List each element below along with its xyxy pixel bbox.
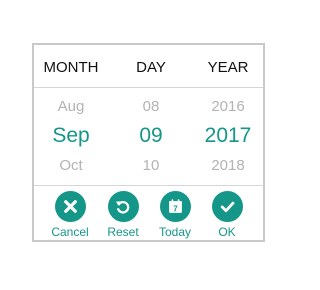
reset-button[interactable]: Reset <box>100 191 146 239</box>
check-icon <box>211 191 243 222</box>
year-prev-option[interactable]: 2016 <box>211 98 244 115</box>
today-button[interactable]: 7 Today <box>152 191 198 239</box>
month-selected-value[interactable]: Sep <box>52 124 89 148</box>
month-next-option[interactable]: Oct <box>59 157 82 174</box>
month-prev-option[interactable]: Aug <box>58 98 85 115</box>
today-icon-day-number: 7 <box>173 205 178 214</box>
today-button-label: Today <box>158 225 192 239</box>
picker-header: MONTH DAY YEAR <box>34 45 263 88</box>
refresh-icon <box>107 191 139 222</box>
cancel-button-label: Cancel <box>51 225 89 239</box>
day-next-option[interactable]: 10 <box>143 157 160 174</box>
close-icon <box>54 191 86 222</box>
day-selected-value[interactable]: 09 <box>139 124 162 148</box>
date-picker-dialog: MONTH DAY YEAR Aug Sep Oct 08 09 10 2016… <box>32 43 265 242</box>
year-column-header: YEAR <box>207 59 249 76</box>
ok-button-label: OK <box>218 225 236 239</box>
cancel-button[interactable]: Cancel <box>47 191 93 239</box>
calendar-today-icon: 7 <box>159 191 191 222</box>
picker-actions-bar: Cancel Reset 7 Today OK <box>34 185 263 241</box>
ok-button[interactable]: OK <box>204 191 250 239</box>
day-column-header: DAY <box>136 59 166 76</box>
month-column-header: MONTH <box>43 59 99 76</box>
reset-button-label: Reset <box>107 225 139 239</box>
year-selected-value[interactable]: 2017 <box>205 124 252 148</box>
day-prev-option[interactable]: 08 <box>143 98 160 115</box>
year-next-option[interactable]: 2018 <box>211 157 244 174</box>
